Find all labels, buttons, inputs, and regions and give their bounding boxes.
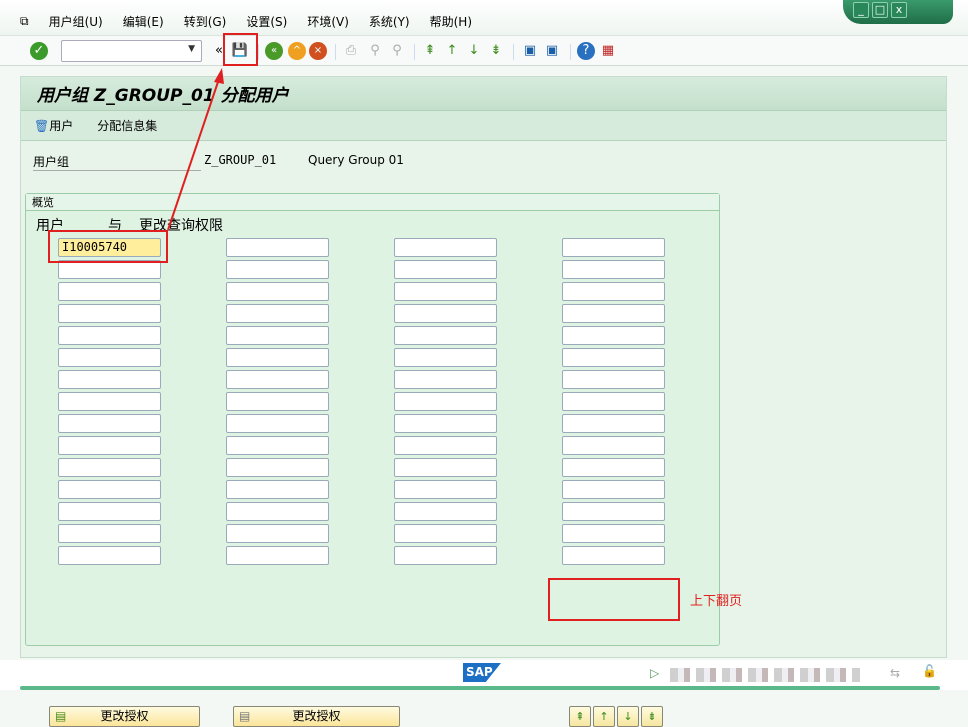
play-icon[interactable]: ▷ (650, 666, 659, 680)
first-page-button[interactable]: ⇞ (569, 706, 591, 727)
annotation-arrow (167, 68, 224, 231)
next-page-button[interactable]: ↓ (617, 706, 639, 727)
change-authorization-button-2[interactable]: ▤ 更改授权 (233, 706, 400, 727)
system-info (670, 668, 860, 682)
previous-page-button[interactable]: ↑ (593, 706, 615, 727)
document-icon: ▤ (239, 709, 251, 723)
document-icon: ▤ (55, 709, 67, 723)
change-authorization-button-1[interactable]: ▤ 更改授权 (49, 706, 200, 727)
last-page-button[interactable]: ⇟ (641, 706, 663, 727)
sap-logo: SAP (463, 663, 501, 682)
switch-icon[interactable]: ⇆ (890, 666, 900, 680)
annotation-text: 上下翻页 (690, 594, 743, 609)
lock-icon[interactable]: 🔓 (922, 664, 937, 678)
bottom-border (20, 686, 940, 690)
